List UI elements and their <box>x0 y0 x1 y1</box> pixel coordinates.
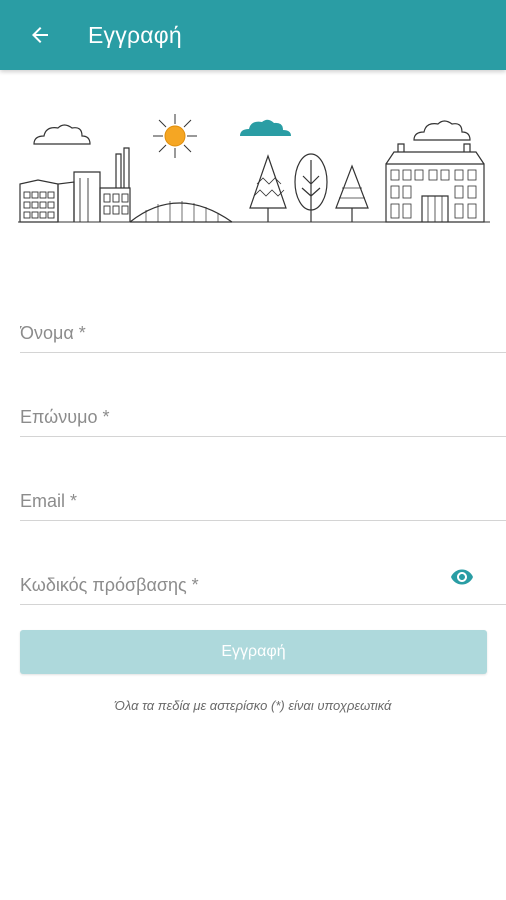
arrow-left-icon <box>32 27 48 43</box>
back-button[interactable] <box>12 7 68 63</box>
password-visibility-toggle[interactable] <box>444 564 480 590</box>
city-landscape-illustration <box>18 114 490 223</box>
first-name-input[interactable] <box>20 323 440 344</box>
required-fields-note: Όλα τα πεδία με αστερίσκο (*) είναι υποχ… <box>114 698 392 713</box>
password-field[interactable] <box>20 548 506 605</box>
first-name-field[interactable] <box>20 296 506 353</box>
email-input[interactable] <box>20 491 440 512</box>
cloud-icon <box>240 119 291 136</box>
page-title: Εγγραφή <box>88 21 182 48</box>
register-button[interactable]: Εγγραφή <box>20 630 487 674</box>
last-name-input[interactable] <box>20 407 440 428</box>
eye-icon <box>451 569 473 585</box>
app-bar: Εγγραφή <box>0 0 506 70</box>
email-field[interactable] <box>20 464 506 521</box>
cloud-icon <box>33 124 91 145</box>
last-name-field[interactable] <box>20 380 506 437</box>
password-input[interactable] <box>20 575 440 596</box>
cloud-icon <box>413 120 471 141</box>
